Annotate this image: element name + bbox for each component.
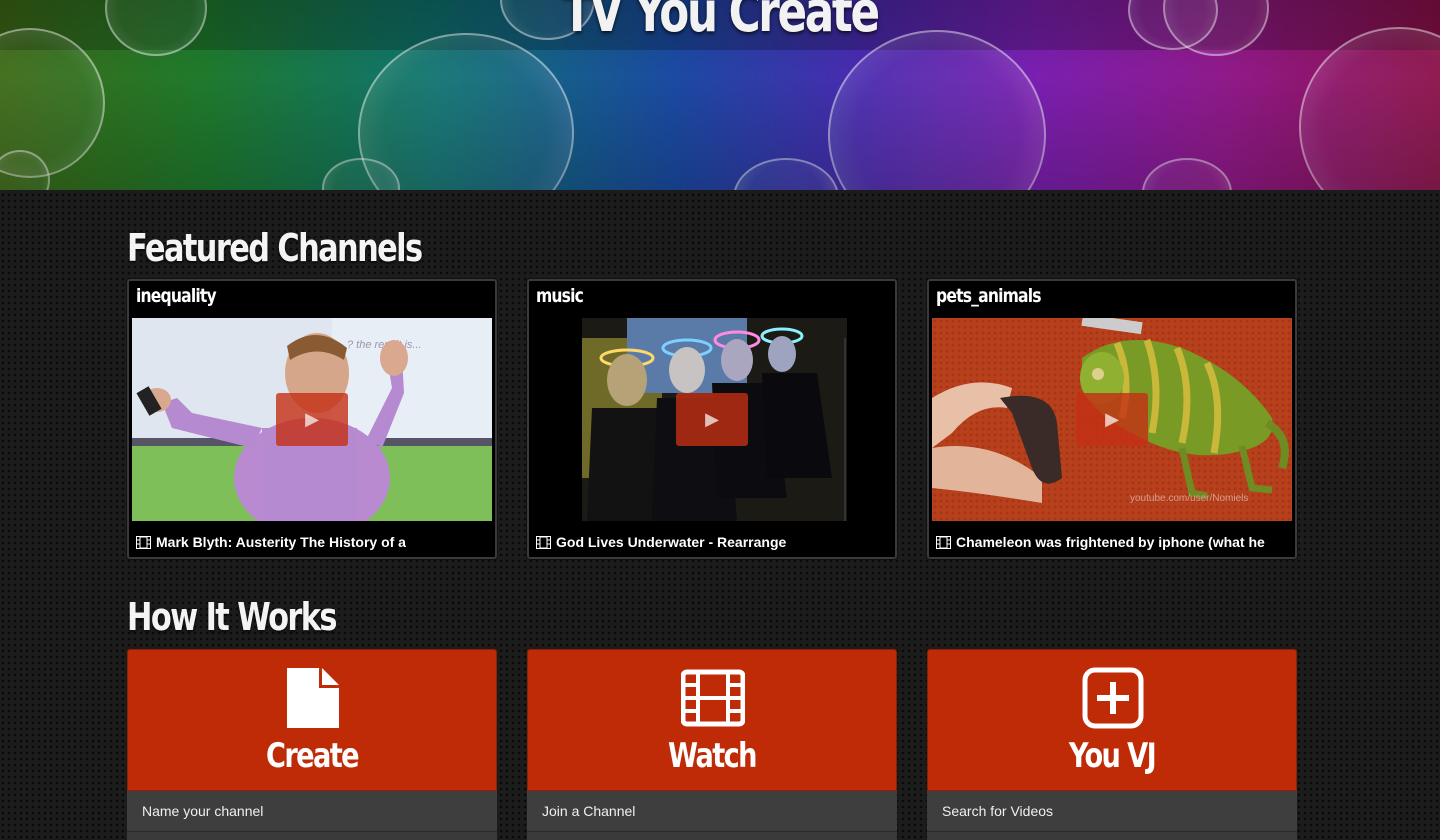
step-header[interactable]: Create <box>127 649 497 791</box>
step-item-next <box>927 832 1297 840</box>
video-caption[interactable]: God Lives Underwater - Rearrange <box>536 534 888 550</box>
how-step-you-vj[interactable]: You VJ Search for Videos <box>927 649 1297 840</box>
video-title: God Lives Underwater - Rearrange <box>556 534 787 550</box>
channel-name[interactable]: inequality <box>136 285 217 307</box>
step-item-name-channel[interactable]: Name your channel <box>127 791 497 832</box>
document-icon <box>287 668 339 728</box>
video-caption[interactable]: Mark Blyth: Austerity The History of a <box>136 534 488 550</box>
channel-card-inequality[interactable]: inequality ? the result is... ▶ Mark Bly… <box>127 279 497 559</box>
step-item-join-channel[interactable]: Join a Channel <box>527 791 897 832</box>
video-caption[interactable]: Chameleon was frightened by iphone (what… <box>936 534 1288 550</box>
plus-square-icon <box>1082 667 1144 729</box>
film-icon <box>681 669 745 727</box>
step-header[interactable]: Watch <box>527 649 897 791</box>
site-title: TV You Create <box>562 0 880 45</box>
step-header[interactable]: You VJ <box>927 649 1297 791</box>
channel-name[interactable]: music <box>536 285 584 307</box>
video-thumbnail[interactable]: ▶ <box>532 318 892 521</box>
step-title: Watch <box>668 736 757 776</box>
film-icon <box>536 536 551 549</box>
step-item-search-videos[interactable]: Search for Videos <box>927 791 1297 832</box>
how-it-works-heading: How It Works <box>127 595 337 639</box>
step-item-next <box>127 832 497 840</box>
play-button[interactable]: ▶ <box>1076 393 1148 446</box>
play-button[interactable]: ▶ <box>676 393 748 446</box>
video-thumbnail[interactable]: youtube.com/user/Nomiels ▶ <box>932 318 1292 521</box>
channel-name[interactable]: pets_animals <box>936 285 1042 307</box>
video-thumbnail[interactable]: ? the result is... ▶ <box>132 318 492 521</box>
film-icon <box>136 536 151 549</box>
channel-card-music[interactable]: music ▶ God Lives Underwater - Rearrange <box>527 279 897 559</box>
how-step-watch[interactable]: Watch Join a Channel <box>527 649 897 840</box>
step-item-next <box>527 832 897 840</box>
play-button[interactable]: ▶ <box>276 393 348 446</box>
featured-channels-heading: Featured Channels <box>127 226 423 270</box>
step-title: You VJ <box>1068 736 1157 776</box>
step-title: Create <box>265 736 360 776</box>
video-watermark: youtube.com/user/Nomiels <box>1130 493 1248 504</box>
how-step-create[interactable]: Create Name your channel <box>127 649 497 840</box>
video-title: Chameleon was frightened by iphone (what… <box>956 534 1265 550</box>
hero-banner: TV You Create <box>0 0 1440 190</box>
video-title: Mark Blyth: Austerity The History of a <box>156 534 406 550</box>
film-icon <box>936 536 951 549</box>
channel-card-pets-animals[interactable]: pets_animals youtube.com/user/Nomiels ▶ … <box>927 279 1297 559</box>
